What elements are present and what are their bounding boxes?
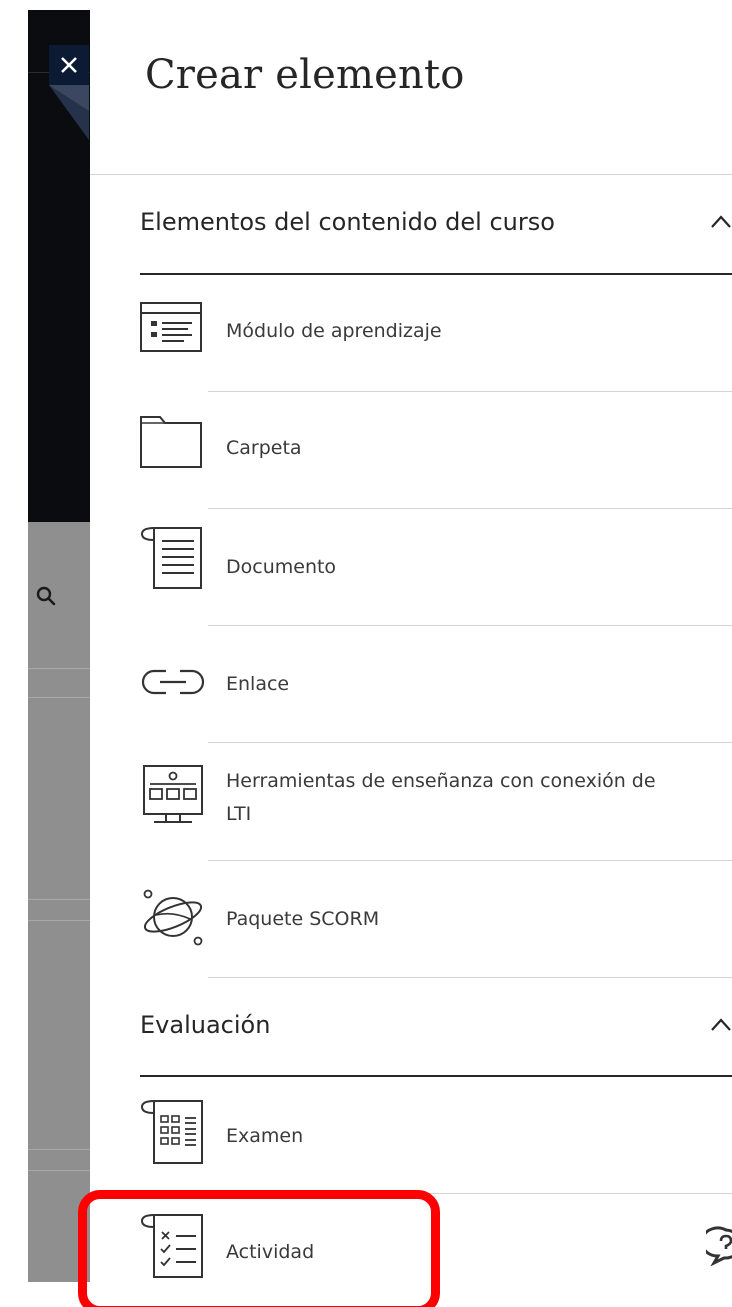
link-icon: [141, 669, 205, 695]
item-label-line2: LTI: [226, 803, 252, 825]
title-divider: [90, 174, 732, 175]
background-divider: [28, 668, 90, 669]
section-header-course-content[interactable]: Elementos del contenido del curso: [140, 208, 732, 268]
background-divider: [28, 899, 90, 900]
background-divider: [28, 920, 90, 921]
item-label: Enlace: [226, 673, 290, 695]
item-label: Documento: [226, 556, 337, 578]
item-assignment[interactable]: Actividad: [140, 1194, 732, 1307]
lti-tool-icon: [143, 765, 203, 823]
scorm-package-icon: [143, 889, 203, 946]
background-divider: [28, 1149, 90, 1150]
learning-module-icon: [140, 302, 202, 352]
close-button-tab: [49, 85, 89, 140]
item-label: Carpeta: [226, 437, 302, 459]
close-icon: [61, 57, 77, 73]
item-label: Herramientas de enseñanza con conexión d…: [226, 770, 656, 792]
section-rule: [140, 273, 732, 275]
section-title: Elementos del contenido del curso: [140, 208, 555, 236]
section-rule: [140, 1075, 732, 1077]
item-label: Examen: [226, 1125, 304, 1147]
item-label: Paquete SCORM: [226, 908, 380, 930]
item-lti-tools[interactable]: Herramientas de enseñanza con conexión d…: [140, 743, 732, 860]
item-test[interactable]: Examen: [140, 1094, 732, 1193]
section-header-evaluation[interactable]: Evaluación: [140, 1011, 732, 1071]
item-document[interactable]: Documento: [140, 509, 732, 625]
item-label: Módulo de aprendizaje: [226, 320, 442, 342]
item-scorm-package[interactable]: Paquete SCORM: [140, 861, 732, 977]
chevron-up-icon: [711, 1018, 731, 1031]
item-divider: [208, 977, 732, 978]
background-divider: [28, 1170, 90, 1171]
folder-icon: [140, 416, 202, 468]
test-icon: [140, 1100, 203, 1164]
assignment-icon: [140, 1214, 203, 1278]
background-content-area: [28, 522, 90, 1282]
background-divider: [28, 697, 90, 698]
section-title: Evaluación: [140, 1011, 271, 1039]
item-folder[interactable]: Carpeta: [140, 392, 732, 509]
close-button[interactable]: [49, 45, 89, 85]
item-learning-module[interactable]: Módulo de aprendizaje: [140, 295, 732, 391]
item-label: Actividad: [226, 1241, 315, 1263]
item-link[interactable]: Enlace: [140, 626, 732, 742]
document-icon: [140, 527, 202, 589]
create-item-panel: Crear elemento Elementos del contenido d…: [90, 0, 732, 1307]
search-icon[interactable]: [34, 584, 58, 608]
chevron-up-icon: [711, 215, 731, 228]
help-chat-icon[interactable]: [706, 1226, 732, 1266]
panel-title: Crear elemento: [145, 52, 465, 98]
